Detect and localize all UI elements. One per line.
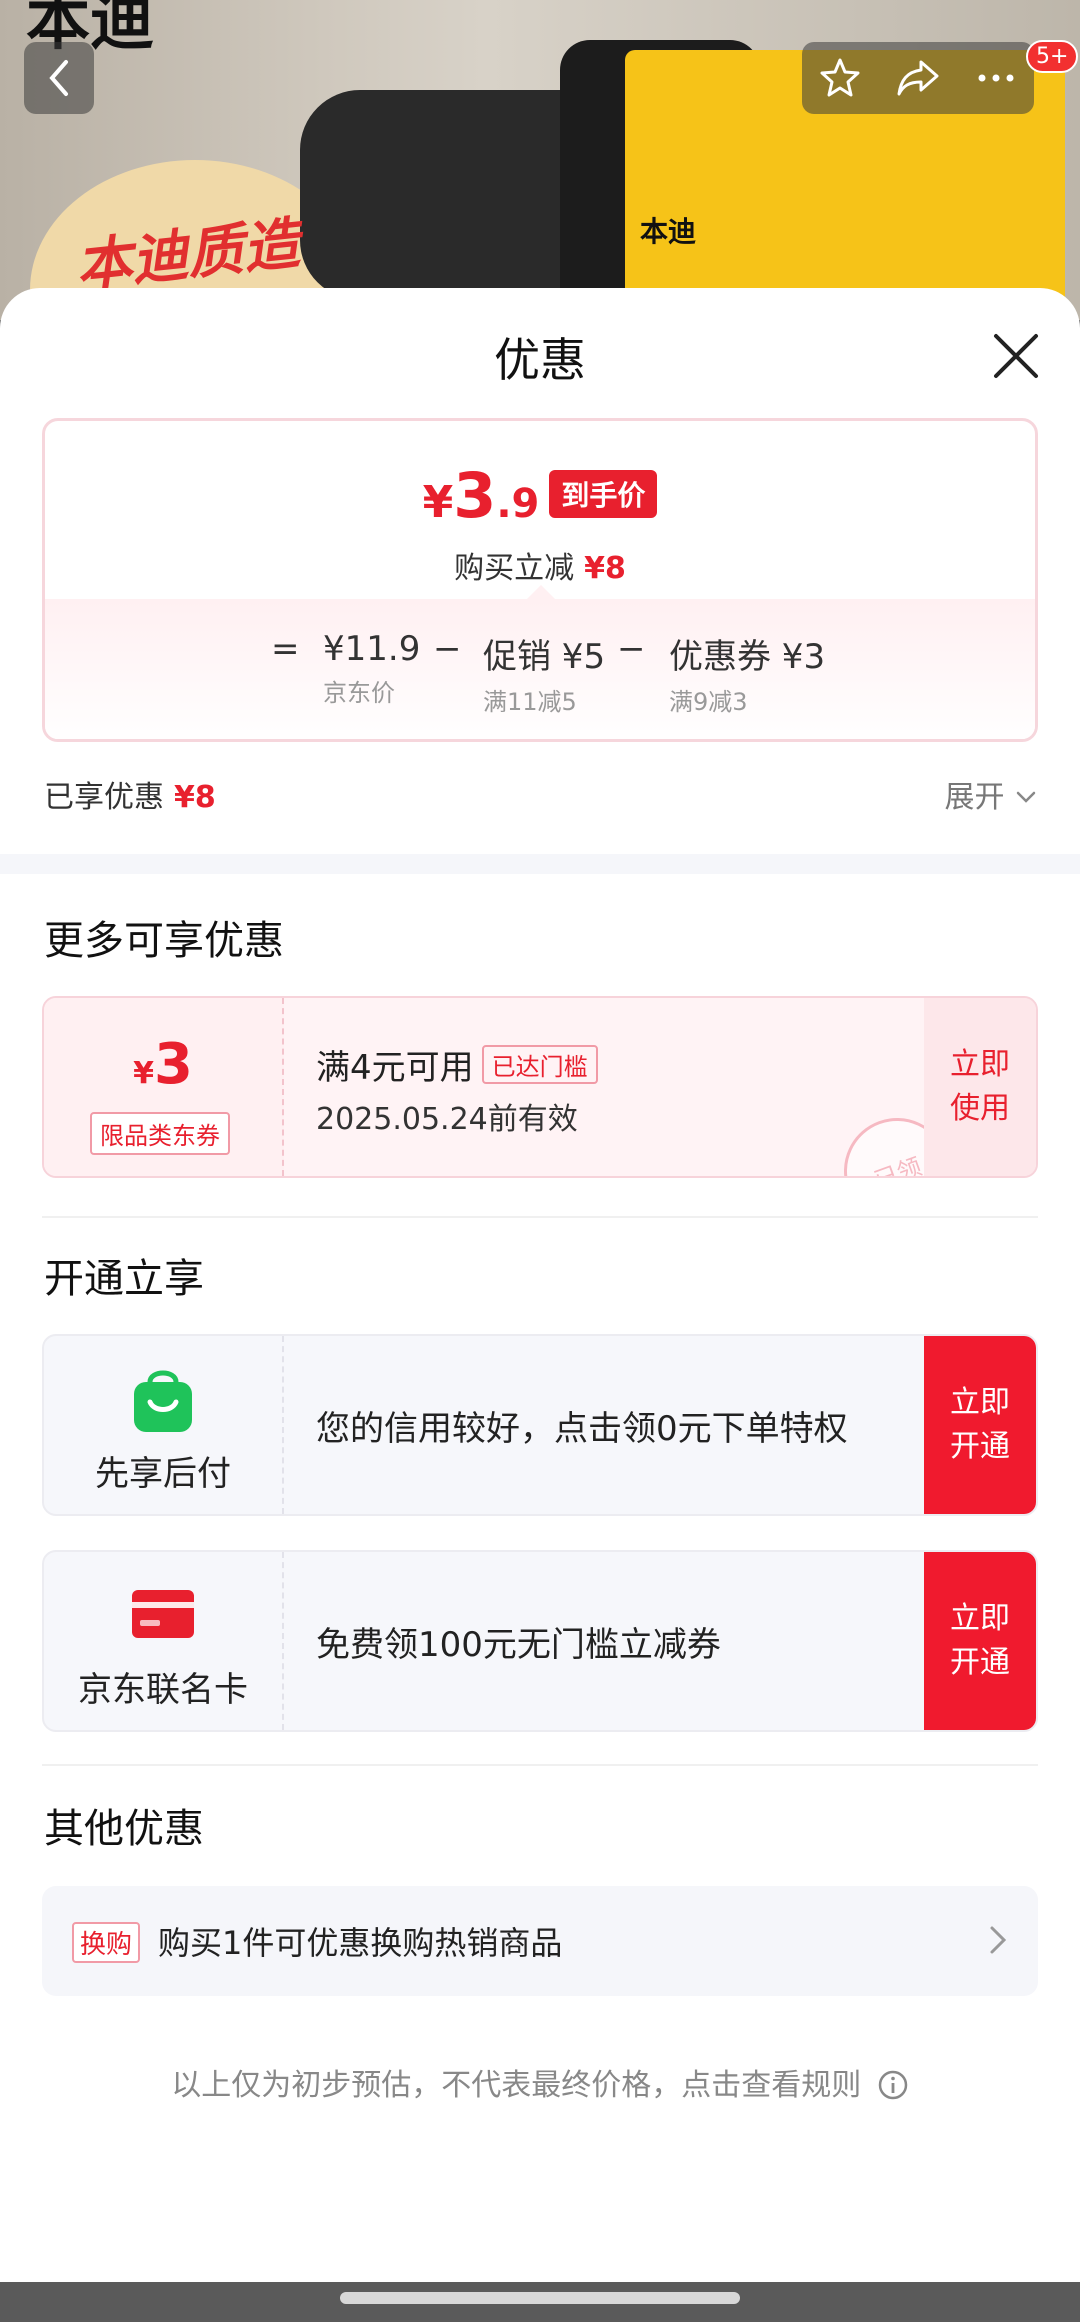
final-price-integer: 3 [453, 459, 497, 532]
breakdown-promotion: 促销 ¥5 满11减5 [483, 629, 605, 717]
final-price-tag: 到手价 [549, 470, 658, 518]
chevron-left-icon [49, 60, 68, 96]
coupon-condition: 满4元可用 已达门槛 [316, 1040, 598, 1089]
enjoyed-discount: 已享优惠 ¥8 [44, 772, 216, 816]
open-button-label: 立即开通 [950, 1601, 1010, 1680]
credit-card-icon [132, 1590, 194, 1638]
info-icon [878, 2070, 908, 2100]
enjoyed-label: 已享优惠 [44, 780, 164, 815]
breakdown-jd-price: ¥11.9 京东价 [323, 629, 420, 708]
co-branded-name: 京东联名卡 [78, 1670, 248, 1710]
coupon-amount: ¥3 [44, 1032, 282, 1097]
minus-sign: − [617, 629, 646, 669]
breakdown-sub: 京东价 [323, 679, 395, 707]
more-discounts-title: 更多可享优惠 [44, 918, 284, 964]
trade-in-promo-row[interactable]: 换购 购买1件可优惠换购热销商品 [42, 1886, 1038, 1996]
coupon-expiry: 2025.05.24前有效 [316, 1102, 578, 1137]
share-icon[interactable] [895, 56, 941, 100]
co-branded-card[interactable]: 京东联名卡 免费领100元无门槛立减券 立即开通 [42, 1550, 1038, 1732]
pay-later-desc: 您的信用较好，点击领0元下单特权 [316, 1408, 848, 1449]
open-enjoy-title: 开通立享 [44, 1256, 204, 1302]
expand-button[interactable]: 展开 [944, 772, 1038, 816]
pay-later-icon-area: 先享后付 [44, 1336, 284, 1514]
minus-sign: − [433, 629, 462, 669]
coupon-card: ¥3 限品类东券 满4元可用 已达门槛 2025.05.24前有效 已领 立即使用 [42, 996, 1038, 1178]
reduce-label: 购买立减 [454, 551, 575, 586]
breakdown-sub: 满11减5 [483, 688, 577, 716]
bag-brand-label: 本迪 [640, 215, 697, 248]
coupon-number: 3 [153, 1032, 193, 1097]
enjoyed-value: ¥8 [174, 780, 216, 815]
currency-symbol: ¥ [422, 477, 454, 528]
top-action-group [802, 42, 1034, 114]
message-count-badge: 5+ [1026, 40, 1079, 73]
reduce-value: ¥8 [584, 551, 626, 586]
more-icon[interactable] [974, 56, 1018, 100]
close-icon[interactable] [988, 328, 1044, 384]
use-coupon-label: 立即使用 [950, 1047, 1010, 1126]
back-button[interactable] [24, 42, 94, 114]
co-branded-icon-area: 京东联名卡 [44, 1552, 284, 1730]
coupon-currency: ¥ [133, 1056, 154, 1091]
trade-in-text: 购买1件可优惠换购热销商品 [158, 1924, 563, 1962]
breakdown-sub: 满9减3 [669, 688, 748, 716]
star-icon[interactable] [818, 56, 862, 100]
instant-reduction: 购买立减 ¥8 [45, 543, 1035, 587]
expand-label: 展开 [944, 780, 1005, 815]
breakdown-value: 促销 ¥5 [483, 637, 606, 677]
chevron-down-icon [1016, 791, 1036, 803]
pay-later-name: 先享后付 [95, 1454, 231, 1494]
final-price-decimal: .9 [496, 481, 540, 527]
coupon-type-badge: 限品类东券 [90, 1112, 230, 1155]
breakdown-coupon: 优惠券 ¥3 满9减3 [669, 629, 825, 717]
chevron-right-icon [990, 1926, 1007, 1954]
section-divider [0, 854, 1080, 874]
other-discounts-title: 其他优惠 [44, 1806, 204, 1852]
open-co-branded-button[interactable]: 立即开通 [924, 1552, 1036, 1730]
estimate-disclaimer[interactable]: 以上仅为初步预估，不代表最终价格，点击查看规则 [0, 2060, 1080, 2104]
shopping-bag-icon [134, 1370, 192, 1432]
breakdown-value: 优惠券 ¥3 [669, 637, 826, 677]
card-notch [525, 585, 557, 601]
pay-later-card[interactable]: 先享后付 您的信用较好，点击领0元下单特权 立即开通 [42, 1334, 1038, 1516]
co-branded-desc: 免费领100元无门槛立减券 [316, 1624, 721, 1665]
coupon-condition-text: 满4元可用 [316, 1048, 474, 1088]
coupon-value-area: ¥3 限品类东券 [44, 998, 284, 1176]
open-pay-later-button[interactable]: 立即开通 [924, 1336, 1036, 1514]
threshold-reached-badge: 已达门槛 [481, 1045, 598, 1084]
disclaimer-text: 以上仅为初步预估，不代表最终价格，点击查看规则 [171, 2068, 862, 2103]
breakdown-value: ¥11.9 [323, 629, 421, 669]
use-coupon-button[interactable]: 立即使用 [924, 998, 1036, 1176]
open-button-label: 立即开通 [950, 1385, 1010, 1464]
divider [42, 1216, 1038, 1218]
divider [42, 1764, 1038, 1766]
final-price: ¥3.9 到手价 [45, 459, 1035, 532]
sheet-title: 优惠 [494, 333, 586, 387]
equals-sign: = [271, 629, 300, 669]
trade-in-badge: 换购 [72, 1922, 141, 1963]
home-indicator[interactable] [340, 2292, 740, 2304]
price-summary-card: ¥3.9 到手价 购买立减 ¥8 = ¥11.9 京东价 − 促销 ¥5 满11减5… [42, 418, 1038, 742]
